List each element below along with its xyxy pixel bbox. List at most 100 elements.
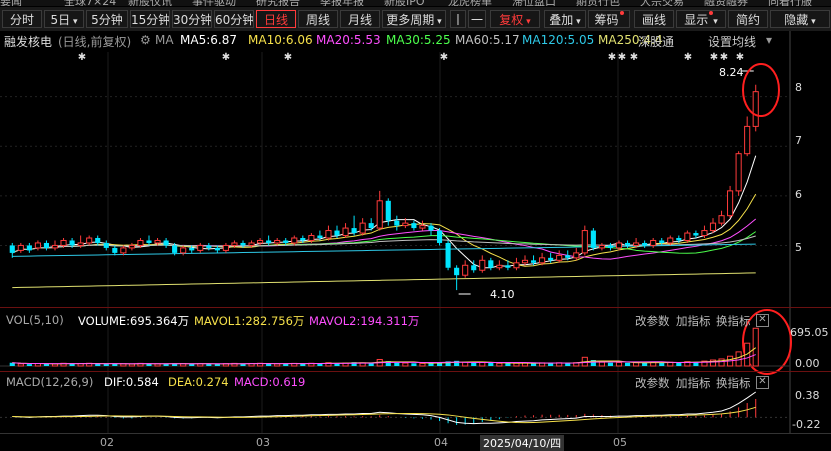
candle-body	[718, 215, 725, 224]
candle-body	[51, 244, 59, 249]
candle-body	[43, 242, 50, 248]
date-axis-05: 05	[613, 436, 627, 449]
candle-body	[128, 244, 135, 249]
candle-body	[684, 232, 691, 241]
candle-body	[471, 265, 477, 271]
candle-body	[411, 223, 417, 229]
event-marker-icon: ✱	[618, 52, 626, 63]
candle-body	[556, 254, 563, 261]
candle-body	[266, 240, 272, 243]
mavol1-value: MAVOL1:282.756万	[194, 314, 305, 328]
candle-body	[615, 242, 623, 249]
volume-bar	[615, 361, 623, 367]
candle-body	[154, 239, 161, 244]
volume-bar	[633, 362, 640, 367]
candle-body	[496, 264, 503, 269]
ma250-line	[12, 272, 756, 289]
candle-body	[565, 255, 571, 258]
candle-body	[479, 259, 486, 271]
candle-body	[402, 222, 409, 227]
price-axis-5: 5	[795, 241, 802, 254]
event-marker-icon: ✱	[78, 52, 86, 63]
candle-body	[240, 242, 246, 246]
candle-body	[77, 242, 84, 246]
candle-body	[317, 235, 323, 238]
candle-body	[693, 233, 699, 236]
macd-name: MACD(12,26,9)	[6, 375, 94, 389]
candle-body	[744, 125, 751, 155]
macd-axis-max: 0.38	[795, 389, 820, 402]
vol-switch-indicator-button[interactable]: 换指标	[716, 313, 751, 329]
volume-legend: VOL(5,10) VOLUME:695.364万 MAVOL1:282.756…	[0, 312, 831, 328]
candle-body	[325, 230, 332, 239]
event-marker-icon: ✱	[608, 52, 616, 63]
event-marker-icon: ✱	[222, 52, 230, 63]
candle-body	[667, 237, 674, 244]
candle-body	[351, 228, 357, 234]
low-price-label: 4.10	[490, 288, 515, 301]
macd-close-icon[interactable]: ✕	[756, 376, 769, 389]
candle-body	[163, 240, 169, 246]
vol-close-icon[interactable]: ✕	[756, 314, 769, 327]
cursor-date-label: 2025/04/10/四	[480, 435, 565, 451]
volume-bar	[505, 363, 511, 366]
candle-body	[394, 220, 400, 226]
candle-body	[146, 240, 152, 243]
dif-value: DIF:0.584	[104, 375, 159, 389]
date-axis-02: 02	[100, 436, 114, 449]
candle-body	[573, 252, 580, 259]
volume-bar	[607, 362, 614, 366]
high-price-label: 8.24	[719, 66, 744, 79]
candle-body	[112, 247, 118, 253]
candle-body	[709, 222, 717, 232]
candle-body	[257, 239, 264, 244]
candle-body	[206, 245, 212, 248]
highlight-circle-price	[742, 63, 780, 117]
candle-body	[650, 239, 657, 246]
candle-body	[676, 238, 682, 241]
candle-body	[521, 259, 529, 264]
candle-body	[231, 242, 238, 246]
macd-add-indicator-button[interactable]: 加指标	[676, 375, 711, 391]
macd-switch-indicator-button[interactable]: 换指标	[716, 375, 751, 391]
candle-body	[137, 239, 144, 246]
candle-body	[642, 242, 648, 246]
price-axis-8: 8	[795, 81, 802, 94]
candle-body	[26, 245, 32, 251]
vol-change-params-button[interactable]: 改参数	[635, 313, 670, 329]
volume-bar	[752, 327, 759, 367]
candle-body	[214, 247, 220, 251]
volume-bar	[103, 363, 109, 366]
candle-body	[274, 239, 281, 244]
volume-bar	[735, 351, 742, 367]
volume-bar	[411, 363, 417, 366]
candle-body	[376, 200, 383, 229]
candle-body	[454, 267, 460, 276]
vol-add-indicator-button[interactable]: 加指标	[676, 313, 711, 329]
candle-body	[103, 242, 109, 248]
candle-body	[659, 240, 665, 243]
volume-bar	[368, 363, 374, 366]
candle-body	[368, 223, 374, 229]
macd-value: MACD:0.619	[234, 375, 306, 389]
vol-value: VOLUME:695.364万	[78, 314, 190, 328]
date-axis-04: 04	[434, 436, 448, 449]
candle-body	[189, 247, 195, 251]
candle-body	[607, 245, 614, 248]
macd-legend: MACD(12,26,9) DIF:0.584 DEA:0.274 MACD:0…	[0, 374, 831, 390]
volume-bar	[402, 362, 409, 367]
candle-body	[248, 242, 255, 246]
candle-body	[180, 247, 187, 254]
macd-change-params-button[interactable]: 改参数	[635, 375, 670, 391]
candle-body	[581, 230, 588, 254]
candle-body	[172, 245, 178, 253]
candle-body	[513, 262, 520, 269]
candle-body	[283, 240, 289, 243]
candle-body	[752, 91, 759, 127]
candle-body	[95, 238, 101, 243]
volume-bar	[419, 362, 426, 367]
candle-body	[69, 240, 75, 246]
volume-bar	[206, 363, 212, 366]
mavol2-value: MAVOL2:194.311万	[309, 314, 420, 328]
volume-bar	[479, 361, 486, 367]
